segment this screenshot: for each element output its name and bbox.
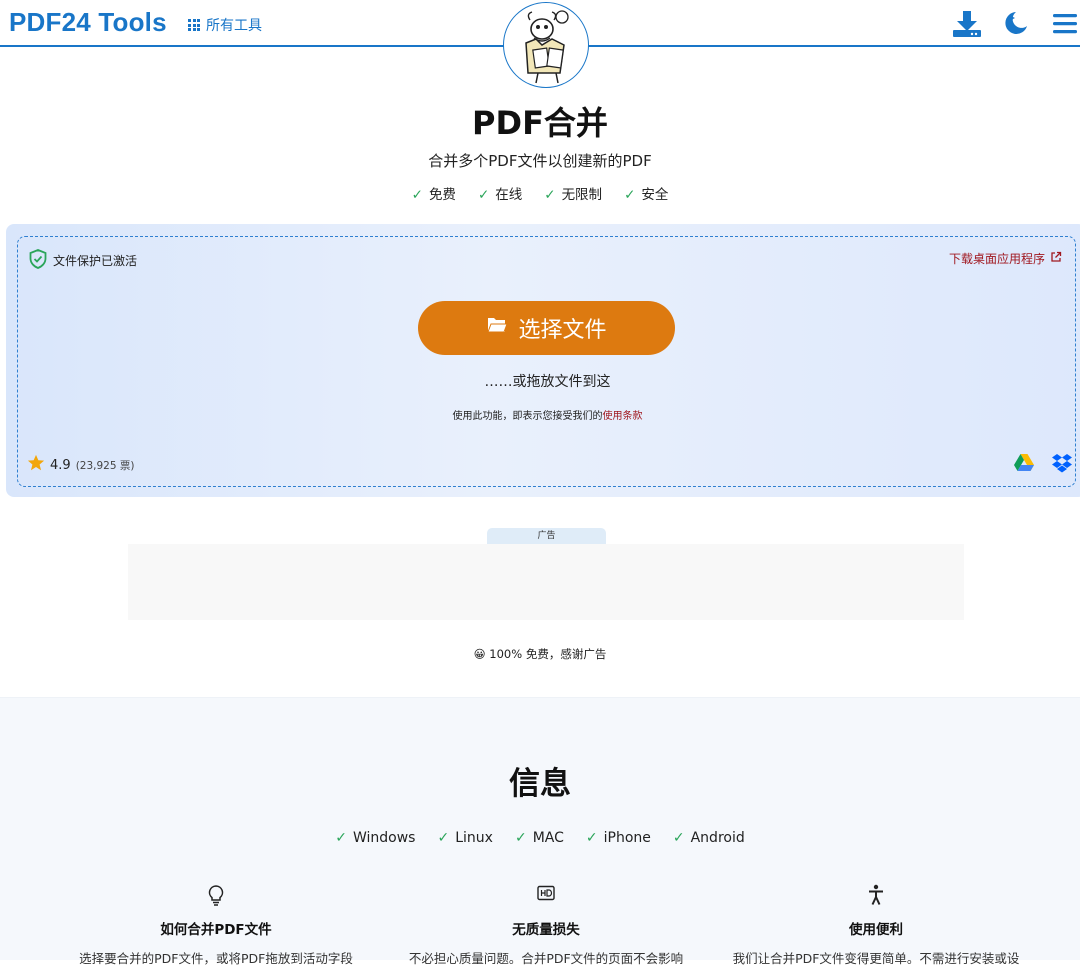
check-icon: ✓ (335, 830, 347, 846)
info-section: 信息 ✓ Windows ✓ Linux ✓ MAC ✓ iPhone ✓ Android… (0, 697, 1080, 966)
rating-widget[interactable]: 4.9 (23,925 票) (27, 454, 134, 476)
feature-item: ✓ 无限制 (544, 187, 603, 203)
shield-check-icon (29, 249, 47, 272)
choose-files-button[interactable]: 选择文件 (418, 301, 675, 355)
lightbulb-icon (51, 884, 381, 908)
check-icon: ✓ (411, 187, 423, 203)
rating-votes: (23,925 票) (75, 459, 135, 472)
download-icon[interactable] (952, 9, 982, 43)
cloud-import-icons (1013, 453, 1073, 477)
open-folder-icon (486, 315, 509, 341)
platform-item: ✓ Android (672, 830, 745, 846)
accessibility-icon (711, 884, 1041, 908)
info-column-title: 无质量损失 (512, 922, 580, 938)
check-icon: ✓ (624, 187, 636, 203)
star-icon (27, 454, 45, 476)
info-column-quality: 无质量损失 不必担心质量问题。合并PDF文件的页面不会影响 (381, 884, 711, 967)
download-desktop-app-link[interactable]: 下载桌面应用程序 (949, 250, 1062, 267)
info-column-title: 使用便利 (849, 922, 903, 938)
info-column-text: 我们让合并PDF文件变得更简单。不需进行安装或设 (732, 951, 1020, 966)
file-protection-status[interactable]: 文件保护已激活 (29, 249, 137, 272)
hamburger-menu-icon[interactable] (1053, 13, 1077, 39)
info-column-text: 选择要合并的PDF文件，或将PDF拖放到活动字段 (79, 951, 353, 966)
choose-files-label: 选择文件 (518, 318, 607, 343)
feature-list: ✓ 免费 ✓ 在线 ✓ 无限制 ✓ 安全 (0, 183, 1080, 203)
info-column-ease: 使用便利 我们让合并PDF文件变得更简单。不需进行安装或设 (711, 884, 1041, 967)
check-icon: ✓ (544, 187, 556, 203)
file-drop-area[interactable]: 文件保护已激活 下载桌面应用程序 选择文件 ……或拖放文件到这 使用此功能，即表… (6, 224, 1080, 497)
brand-logo-text[interactable]: PDF24 Tools (9, 7, 167, 38)
platform-item: ✓ iPhone (585, 830, 651, 846)
info-column-title: 如何合并PDF文件 (160, 922, 272, 938)
info-column-how-to: 如何合并PDF文件 选择要合并的PDF文件，或将PDF拖放到活动字段 (51, 884, 381, 967)
feature-item: ✓ 免费 (411, 187, 456, 203)
check-icon: ✓ (585, 830, 598, 846)
ad-label: 广告 (487, 528, 606, 544)
check-icon: ✓ (672, 830, 685, 846)
check-icon: ✓ (437, 830, 450, 846)
feature-item: ✓ 安全 (624, 187, 669, 203)
external-link-icon (1050, 251, 1062, 266)
terms-of-use-link[interactable]: 使用条款 (603, 411, 643, 422)
rating-value: 4.9 (50, 457, 71, 473)
page-title: PDF合并 (472, 104, 608, 142)
info-column-text: 不必担心质量问题。合并PDF文件的页面不会影响 (408, 951, 684, 966)
mascot-logo[interactable] (503, 2, 589, 88)
ad-placeholder (128, 544, 964, 620)
feature-item: ✓ 在线 (477, 187, 523, 203)
platform-item: ✓ MAC (514, 830, 564, 846)
google-drive-icon[interactable] (1013, 453, 1035, 477)
platform-item: ✓ Linux (437, 830, 493, 846)
terms-notice: 使用此功能，即表示您接受我们的使用条款 (18, 407, 1077, 422)
info-title: 信息 (509, 766, 571, 802)
check-icon: ✓ (477, 187, 490, 203)
terms-prefix: 使用此功能，即表示您接受我们的 (452, 411, 603, 422)
platform-list: ✓ Windows ✓ Linux ✓ MAC ✓ iPhone ✓ Android (0, 830, 1080, 846)
all-tools-label: 所有工具 (206, 18, 262, 34)
hd-icon (381, 884, 711, 908)
grid-icon (188, 19, 200, 31)
ad-thanks-note: 😀 100% 免费，感谢广告 (473, 647, 607, 661)
drop-hint-text: ……或拖放文件到这 (484, 374, 611, 390)
all-tools-link[interactable]: 所有工具 (188, 15, 262, 35)
desktop-link-label: 下载桌面应用程序 (948, 252, 1045, 266)
dropbox-icon[interactable] (1051, 453, 1073, 477)
file-drop-target[interactable]: 文件保护已激活 下载桌面应用程序 选择文件 ……或拖放文件到这 使用此功能，即表… (17, 236, 1076, 487)
dark-mode-icon[interactable] (1003, 9, 1029, 41)
platform-item: ✓ Windows (335, 830, 416, 846)
check-icon: ✓ (514, 830, 527, 846)
page-subtitle: 合并多个PDF文件以创建新的PDF (428, 152, 652, 170)
file-protection-label: 文件保护已激活 (53, 254, 138, 268)
